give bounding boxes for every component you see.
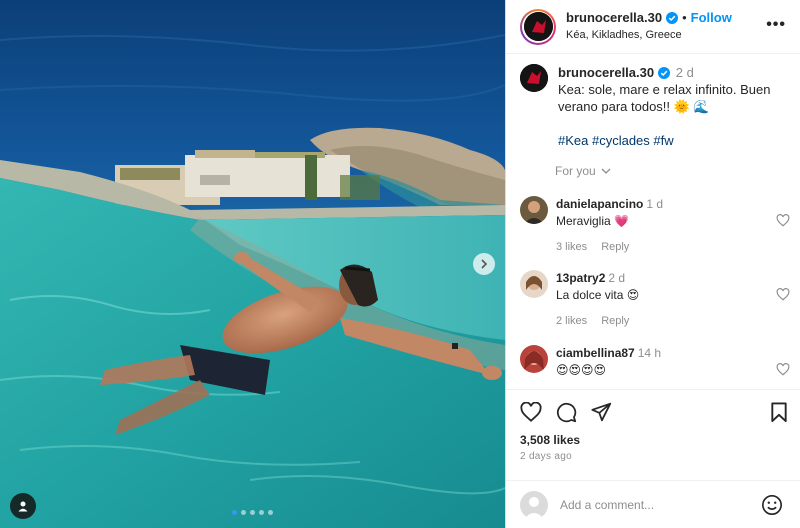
comment-avatar[interactable]: [520, 345, 548, 373]
caption-hashtags[interactable]: #Kea #cyclades #fw: [558, 132, 788, 149]
heart-icon[interactable]: [776, 214, 790, 227]
story-ring[interactable]: [520, 8, 556, 45]
post-viewer: brunocerella.30 • Follow Kéa, Kikladhes,…: [0, 0, 800, 528]
separator-dot: •: [682, 10, 687, 25]
share-button[interactable]: [591, 402, 612, 426]
like-count[interactable]: 3,508 likes: [520, 433, 580, 447]
comment-text: Meraviglia 💗: [556, 214, 629, 228]
comment-input[interactable]: [560, 498, 750, 512]
post-actions: 3,508 likes 2 days ago: [506, 389, 800, 528]
post-photo[interactable]: [0, 0, 505, 528]
comment-avatar[interactable]: [520, 196, 548, 224]
current-user-avatar: [520, 491, 548, 519]
reply-button[interactable]: Reply: [601, 239, 629, 255]
bookmark-icon: [771, 402, 787, 423]
tagged-users-button[interactable]: [10, 493, 36, 519]
more-options-icon[interactable]: •••: [766, 17, 786, 33]
photo-scene: [0, 0, 505, 528]
avatar: [523, 12, 553, 41]
comment-time: 1 d: [646, 197, 664, 211]
save-button[interactable]: [770, 402, 788, 423]
heart-icon[interactable]: [776, 288, 790, 301]
comment-icon: [556, 402, 577, 423]
post-location[interactable]: Kéa, Kikladhes, Greece: [566, 27, 732, 43]
carousel-dot: [241, 510, 246, 515]
for-you-dropdown[interactable]: For you: [555, 164, 611, 178]
comment-button[interactable]: [556, 402, 577, 426]
post-side-panel: brunocerella.30 • Follow Kéa, Kikladhes,…: [505, 0, 800, 528]
carousel-dot: [232, 510, 237, 515]
emoji-button[interactable]: [761, 494, 783, 519]
comment-item: 13patry2 2 d La dolce vita 😍 2 likes Reply: [520, 270, 790, 329]
reply-button[interactable]: Reply: [601, 313, 629, 329]
comment-item: ciambellina87 14 h 😍😍😍😍: [520, 345, 790, 378]
follow-button[interactable]: Follow: [691, 10, 732, 26]
caption-avatar[interactable]: [520, 64, 548, 92]
carousel-dot: [268, 510, 273, 515]
chevron-down-icon: [601, 168, 611, 174]
verified-badge-icon: [658, 66, 671, 79]
caption-time: 2 d: [675, 65, 694, 80]
comment-likes[interactable]: 3 likes: [556, 239, 587, 255]
comment-time: 2 d: [608, 271, 626, 285]
comment-text: 😍😍😍😍: [556, 363, 607, 377]
verified-badge-icon: [666, 12, 679, 24]
comment-text: La dolce vita 😍: [556, 288, 640, 302]
heart-icon: [520, 402, 542, 422]
chevron-right-icon: [481, 259, 488, 269]
like-button[interactable]: [520, 402, 542, 426]
comment-username[interactable]: ciambellina87: [556, 346, 635, 360]
carousel-next-button[interactable]: [473, 253, 495, 275]
caption-username[interactable]: brunocerella.30: [558, 64, 654, 81]
carousel-dot: [259, 510, 264, 515]
post-caption: brunocerella.30 2 d Kea: sole, mare e re…: [520, 64, 788, 149]
carousel-indicator: [0, 510, 505, 515]
comment-username[interactable]: 13patry2: [556, 271, 605, 285]
comment-time: 14 h: [637, 346, 662, 360]
emoji-icon: [762, 495, 782, 515]
for-you-label: For you: [555, 164, 596, 178]
heart-icon[interactable]: [776, 363, 790, 376]
comment-username[interactable]: danielapancino: [556, 197, 643, 211]
comment-avatar[interactable]: [520, 270, 548, 298]
post-author-username[interactable]: brunocerella.30: [566, 10, 662, 26]
comment-likes[interactable]: 2 likes: [556, 313, 587, 329]
share-icon: [591, 402, 612, 422]
comment-item: danielapancino 1 d Meraviglia 💗 3 likes Re…: [520, 196, 790, 255]
caption-text: Kea: sole, mare e relax infinito. Buen v…: [558, 82, 771, 114]
post-timestamp: 2 days ago: [520, 451, 572, 462]
add-comment-row: [506, 480, 800, 528]
carousel-dot: [250, 510, 255, 515]
post-header: brunocerella.30 • Follow Kéa, Kikladhes,…: [506, 0, 800, 54]
